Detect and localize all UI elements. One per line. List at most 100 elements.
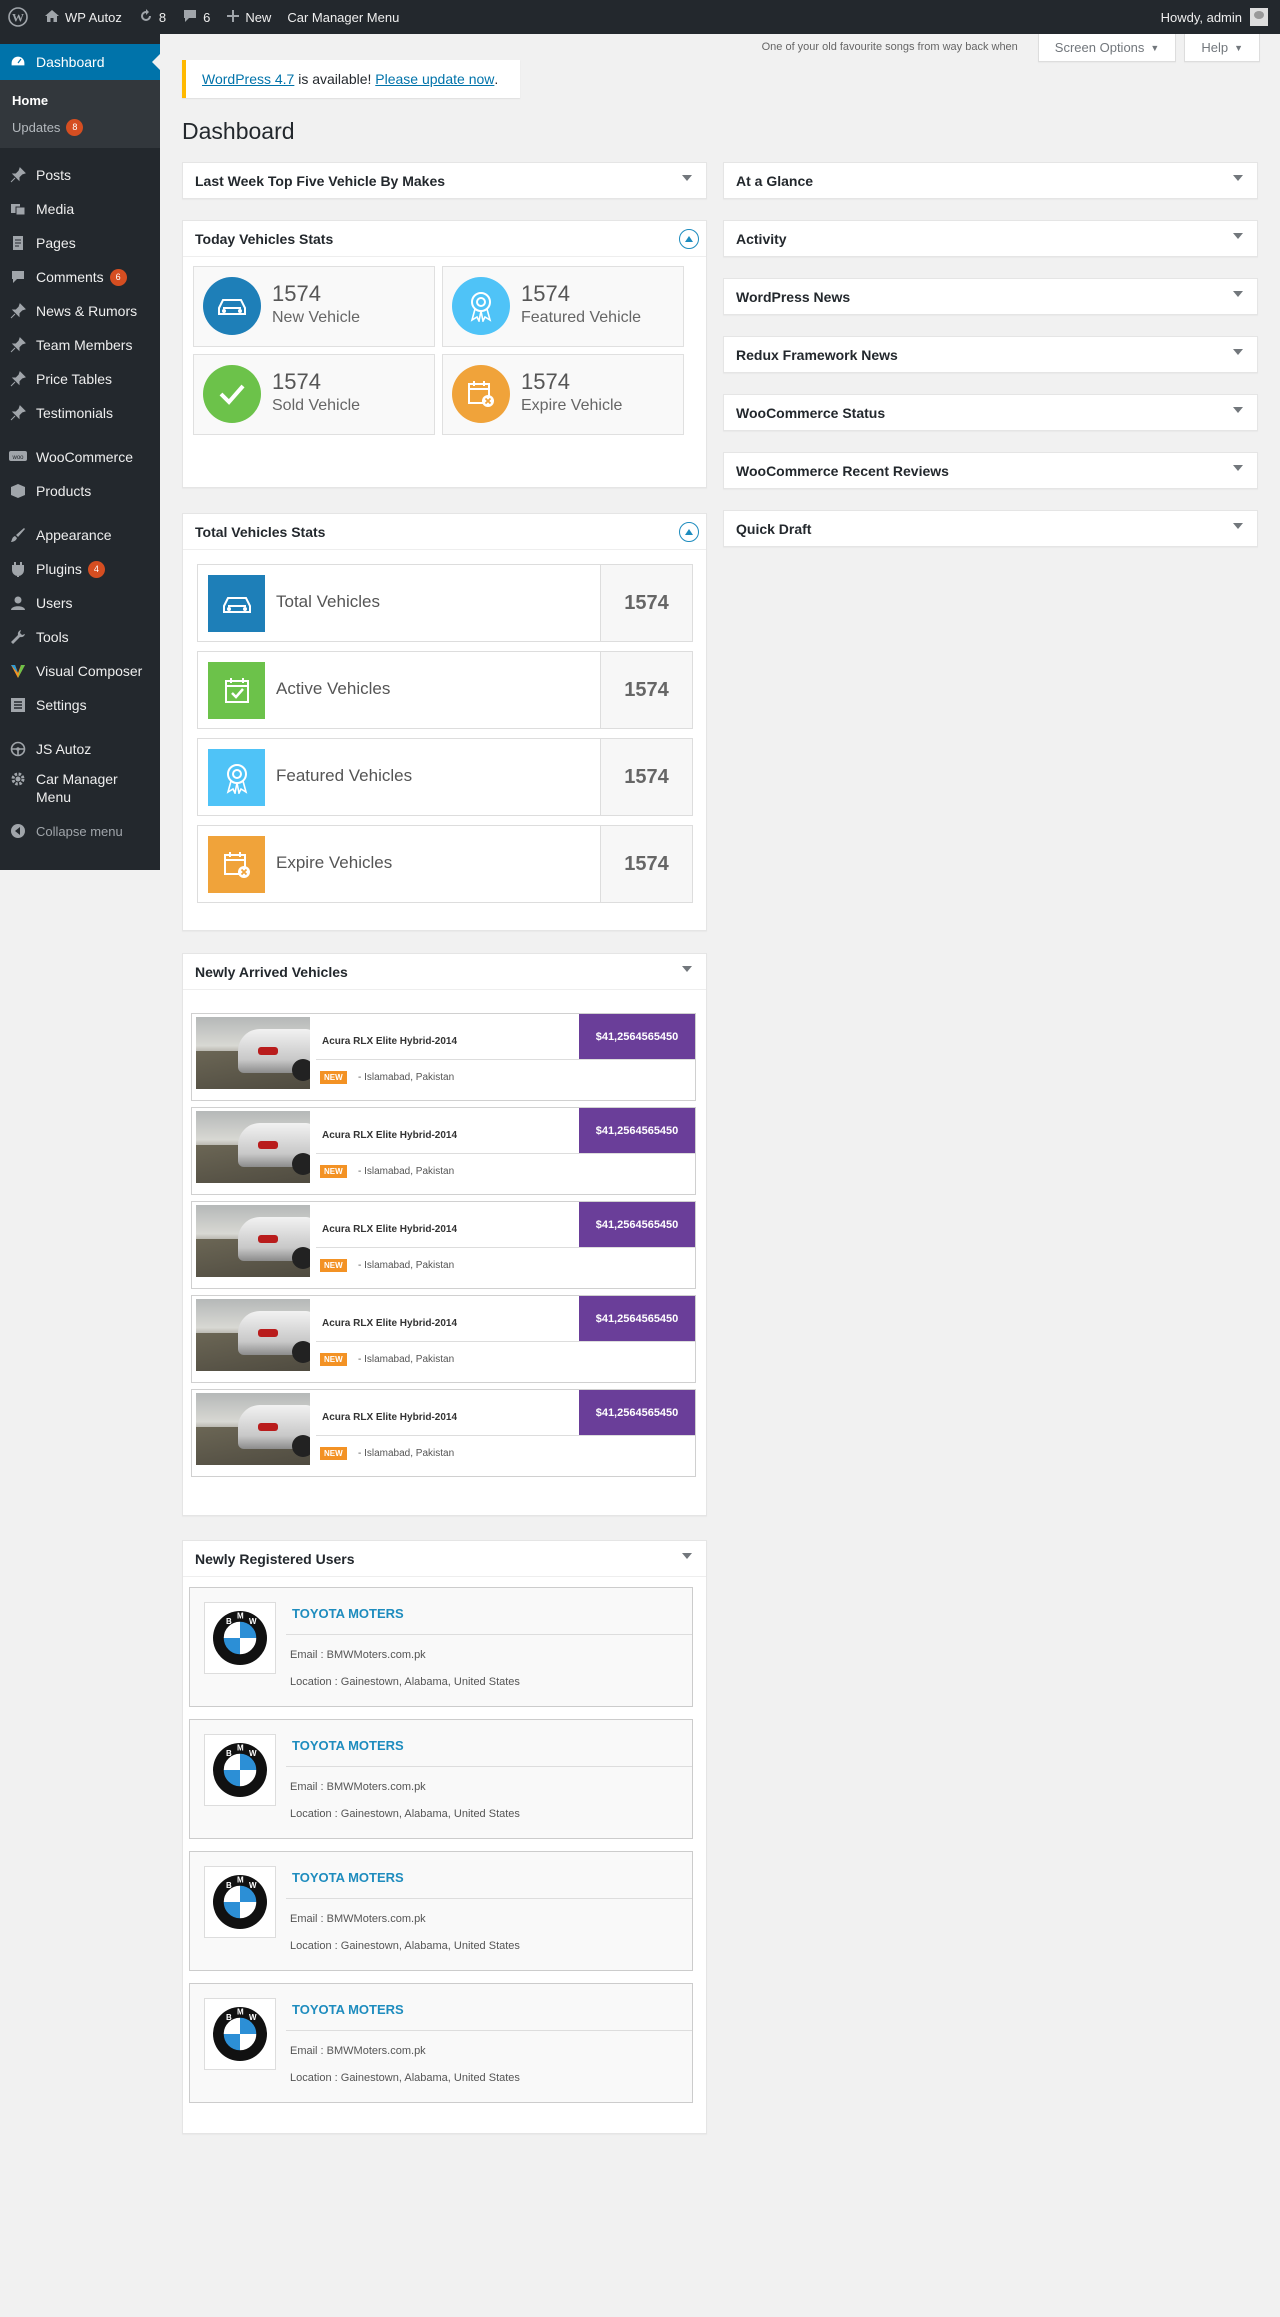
menu-news-rumors-label: News & Rumors bbox=[36, 303, 138, 319]
bmw-logo-icon: BMW bbox=[204, 1602, 276, 1674]
menu-testimonials[interactable]: Testimonials bbox=[0, 396, 160, 430]
vehicle-row[interactable]: Acura RLX Elite Hybrid-2014 $41,256456545… bbox=[191, 1389, 696, 1477]
menu-visual-composer[interactable]: Visual Composer bbox=[0, 654, 160, 688]
toggle-arrow-icon[interactable] bbox=[1233, 291, 1243, 297]
car-manager-link[interactable]: Car Manager Menu bbox=[279, 0, 407, 34]
comments-icon bbox=[9, 268, 27, 286]
toggle-arrow-icon[interactable] bbox=[682, 175, 692, 181]
menu-car-manager-menu[interactable]: Car Manager Menu bbox=[0, 766, 160, 810]
total-stats-box: Total Vehicles Stats Total Vehicles 1574 A… bbox=[182, 513, 707, 931]
submenu-updates[interactable]: Updates 8 bbox=[12, 114, 160, 141]
stat-featured-vehicle: 1574 Featured Vehicle bbox=[442, 266, 684, 347]
vehicle-title[interactable]: Acura RLX Elite Hybrid-2014 bbox=[322, 1130, 457, 1141]
user-email: Email : BMWMoters.com.pk bbox=[290, 1781, 426, 1793]
menu-price-tables[interactable]: Price Tables bbox=[0, 362, 160, 396]
vehicle-row[interactable]: Acura RLX Elite Hybrid-2014 $41,256456545… bbox=[191, 1201, 696, 1289]
help-button[interactable]: Help ▼ bbox=[1184, 34, 1260, 62]
menu-js-autoz[interactable]: JS Autoz bbox=[0, 732, 160, 766]
activity-title[interactable]: Activity bbox=[724, 221, 1257, 257]
version-link[interactable]: WordPress 4.7 bbox=[202, 71, 294, 87]
user-name[interactable]: TOYOTA MOTERS bbox=[292, 1738, 404, 1753]
vehicle-location: - Islamabad, Pakistan bbox=[358, 1166, 455, 1177]
vehicle-photo[interactable] bbox=[196, 1111, 310, 1183]
woocommerce-recent-reviews-title[interactable]: WooCommerce Recent Reviews bbox=[724, 453, 1257, 489]
vehicle-title[interactable]: Acura RLX Elite Hybrid-2014 bbox=[322, 1412, 457, 1423]
at-a-glance-box: At a Glance bbox=[723, 162, 1258, 199]
newly-arrived-title[interactable]: Newly Arrived Vehicles bbox=[183, 954, 706, 990]
user-name[interactable]: TOYOTA MOTERS bbox=[292, 2002, 404, 2017]
collapse-up-icon[interactable] bbox=[679, 522, 699, 542]
toggle-arrow-icon[interactable] bbox=[682, 966, 692, 972]
top-five-title[interactable]: Last Week Top Five Vehicle By Makes bbox=[183, 163, 706, 199]
at-a-glance-title[interactable]: At a Glance bbox=[724, 163, 1257, 199]
woo-icon: woo bbox=[9, 448, 27, 466]
collapse-up-icon[interactable] bbox=[679, 229, 699, 249]
vehicle-row[interactable]: Acura RLX Elite Hybrid-2014 $41,256456545… bbox=[191, 1107, 696, 1195]
toggle-arrow-icon[interactable] bbox=[1233, 175, 1243, 181]
woocommerce-status-title[interactable]: WooCommerce Status bbox=[724, 395, 1257, 431]
woocommerce-recent-reviews-label: WooCommerce Recent Reviews bbox=[736, 463, 949, 479]
vehicle-photo[interactable] bbox=[196, 1299, 310, 1371]
menu-woocommerce[interactable]: woo WooCommerce bbox=[0, 440, 160, 474]
submenu-home[interactable]: Home bbox=[12, 87, 160, 114]
menu-appearance[interactable]: Appearance bbox=[0, 518, 160, 552]
toggle-arrow-icon[interactable] bbox=[1233, 465, 1243, 471]
menu-tools[interactable]: Tools bbox=[0, 620, 160, 654]
site-name-link[interactable]: WP Autoz bbox=[36, 0, 130, 34]
new-content-link[interactable]: New bbox=[218, 0, 279, 34]
toggle-arrow-icon[interactable] bbox=[1233, 407, 1243, 413]
vehicle-title[interactable]: Acura RLX Elite Hybrid-2014 bbox=[322, 1318, 457, 1329]
screen-options-button[interactable]: Screen Options ▼ bbox=[1037, 34, 1177, 62]
wp-logo-icon[interactable]: W bbox=[0, 0, 36, 34]
total-total-vehicles: Total Vehicles 1574 bbox=[197, 564, 693, 642]
new-badge: NEW bbox=[320, 1353, 347, 1366]
vehicle-title[interactable]: Acura RLX Elite Hybrid-2014 bbox=[322, 1224, 457, 1235]
newly-registered-title[interactable]: Newly Registered Users bbox=[183, 1541, 706, 1577]
menu-news-rumors[interactable]: News & Rumors bbox=[0, 294, 160, 328]
vehicle-row[interactable]: Acura RLX Elite Hybrid-2014 $41,256456545… bbox=[191, 1013, 696, 1101]
plugins-badge: 4 bbox=[87, 560, 105, 578]
notice-text: is available! bbox=[294, 71, 376, 87]
menu-users[interactable]: Users bbox=[0, 586, 160, 620]
wordpress-news-label: WordPress News bbox=[736, 289, 851, 305]
menu-products[interactable]: Products bbox=[0, 474, 160, 508]
updates-link[interactable]: 8 bbox=[130, 0, 174, 34]
vehicle-photo[interactable] bbox=[196, 1205, 310, 1277]
wordpress-news-title[interactable]: WordPress News bbox=[724, 279, 1257, 315]
menu-plugins[interactable]: Plugins 4 bbox=[0, 552, 160, 586]
toggle-arrow-icon[interactable] bbox=[1233, 349, 1243, 355]
vehicle-title[interactable]: Acura RLX Elite Hybrid-2014 bbox=[322, 1036, 457, 1047]
svg-text:M: M bbox=[237, 1612, 244, 1621]
menu-comments[interactable]: Comments 6 bbox=[0, 260, 160, 294]
user-name[interactable]: TOYOTA MOTERS bbox=[292, 1606, 404, 1621]
menu-settings[interactable]: Settings bbox=[0, 688, 160, 722]
menu-posts[interactable]: Posts bbox=[0, 158, 160, 192]
pin-icon bbox=[9, 370, 27, 388]
collapse-menu-button[interactable]: Collapse menu bbox=[0, 814, 160, 848]
menu-media[interactable]: Media bbox=[0, 192, 160, 226]
today-stats-title[interactable]: Today Vehicles Stats bbox=[183, 221, 706, 257]
update-now-link[interactable]: Please update now bbox=[375, 71, 494, 87]
redux-framework-news-title[interactable]: Redux Framework News bbox=[724, 337, 1257, 373]
menu-dashboard[interactable]: Dashboard bbox=[0, 44, 160, 80]
brush-icon bbox=[9, 526, 27, 544]
menu-team-members[interactable]: Team Members bbox=[0, 328, 160, 362]
car-manager-label: Car Manager Menu bbox=[287, 9, 400, 25]
collapse-icon bbox=[9, 822, 27, 840]
toggle-arrow-icon[interactable] bbox=[1233, 233, 1243, 239]
wordpress-news-box: WordPress News bbox=[723, 278, 1258, 315]
new-badge: NEW bbox=[320, 1259, 347, 1272]
user-name[interactable]: TOYOTA MOTERS bbox=[292, 1870, 404, 1885]
my-account[interactable]: Howdy, admin bbox=[1161, 8, 1280, 26]
vehicle-photo[interactable] bbox=[196, 1017, 310, 1089]
menu-pages[interactable]: Pages bbox=[0, 226, 160, 260]
toggle-arrow-icon[interactable] bbox=[682, 1553, 692, 1559]
vehicle-photo[interactable] bbox=[196, 1393, 310, 1465]
toggle-arrow-icon[interactable] bbox=[1233, 523, 1243, 529]
avatar bbox=[1250, 8, 1268, 26]
gear-icon bbox=[9, 770, 27, 788]
comments-link[interactable]: 6 bbox=[174, 0, 218, 34]
total-stats-title[interactable]: Total Vehicles Stats bbox=[183, 514, 706, 550]
quick-draft-title[interactable]: Quick Draft bbox=[724, 511, 1257, 547]
vehicle-row[interactable]: Acura RLX Elite Hybrid-2014 $41,256456545… bbox=[191, 1295, 696, 1383]
